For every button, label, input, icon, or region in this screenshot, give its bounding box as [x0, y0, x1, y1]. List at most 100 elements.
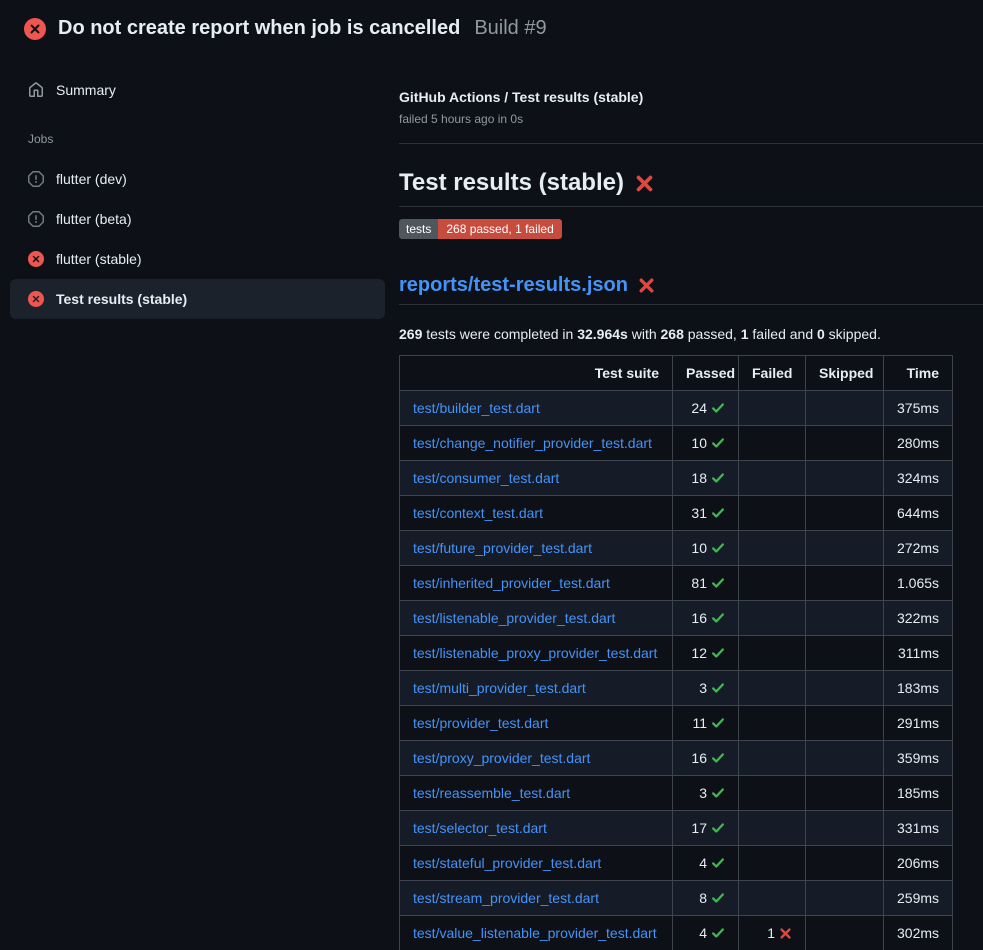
skipped-cell [806, 636, 884, 671]
test-suite-link[interactable]: test/value_listenable_provider_test.dart [413, 925, 657, 941]
check-status-meta: failed 5 hours ago in 0s [399, 112, 983, 126]
summary-segment: 32.964s [577, 326, 628, 342]
suite-cell: test/change_notifier_provider_test.dart [400, 426, 673, 461]
time-cell: 322ms [884, 601, 953, 636]
skipped-cell [806, 811, 884, 846]
time-cell: 359ms [884, 741, 953, 776]
check-icon [711, 646, 725, 660]
test-results-table: Test suitePassedFailedSkippedTime test/b… [399, 355, 953, 950]
jobs-list: flutter (dev) [0, 159, 399, 319]
test-suite-link[interactable]: test/listenable_provider_test.dart [413, 610, 615, 626]
summary-segment: 269 [399, 326, 422, 342]
time-cell: 644ms [884, 496, 953, 531]
test-suite-link[interactable]: test/future_provider_test.dart [413, 540, 592, 556]
sidebar-item-summary[interactable]: Summary [10, 70, 385, 110]
tests-badge-value: 268 passed, 1 failed [438, 219, 561, 239]
failed-cell [739, 846, 806, 881]
skipped-cell [806, 426, 884, 461]
sidebar: Summary Jobs [0, 54, 399, 319]
section-heading-text: Test results (stable) [399, 169, 624, 197]
suite-cell: test/multi_provider_test.dart [400, 671, 673, 706]
suite-cell: test/listenable_provider_test.dart [400, 601, 673, 636]
sidebar-job-label: Test results (stable) [56, 291, 187, 307]
sidebar-job-item[interactable]: flutter (dev) [10, 159, 385, 199]
test-suite-link[interactable]: test/stream_provider_test.dart [413, 890, 599, 906]
check-icon [711, 471, 725, 485]
run-title: Do not create report when job is cancell… [58, 17, 460, 40]
check-icon [711, 856, 725, 870]
failed-cell [739, 601, 806, 636]
test-suite-link[interactable]: test/stateful_provider_test.dart [413, 855, 601, 871]
x-circle-icon [24, 18, 46, 40]
cross-mark-icon [635, 174, 654, 193]
skipped-cell [806, 391, 884, 426]
test-suite-link[interactable]: test/builder_test.dart [413, 400, 540, 416]
suite-cell: test/stateful_provider_test.dart [400, 846, 673, 881]
report-heading: reports/test-results.json [399, 273, 983, 305]
suite-cell: test/inherited_provider_test.dart [400, 566, 673, 601]
test-suite-link[interactable]: test/inherited_provider_test.dart [413, 575, 610, 591]
suite-cell: test/consumer_test.dart [400, 461, 673, 496]
column-header: Skipped [806, 356, 884, 391]
passed-cell: 3 [673, 776, 739, 811]
passed-cell: 16 [673, 601, 739, 636]
test-suite-link[interactable]: test/multi_provider_test.dart [413, 680, 586, 696]
skipped-cell [806, 776, 884, 811]
summary-segment: 1 [741, 326, 749, 342]
report-file-link[interactable]: reports/test-results.json [399, 273, 628, 298]
check-icon [711, 576, 725, 590]
sidebar-job-label: flutter (beta) [56, 211, 131, 227]
time-cell: 331ms [884, 811, 953, 846]
failed-cell [739, 706, 806, 741]
passed-cell: 18 [673, 461, 739, 496]
check-icon [711, 611, 725, 625]
stop-icon [28, 211, 44, 227]
suite-cell: test/reassemble_test.dart [400, 776, 673, 811]
test-suite-link[interactable]: test/context_test.dart [413, 505, 543, 521]
run-header: Do not create report when job is cancell… [0, 0, 983, 54]
suite-cell: test/stream_provider_test.dart [400, 881, 673, 916]
failed-cell [739, 881, 806, 916]
table-row: test/proxy_provider_test.dart 16 359ms [400, 741, 953, 776]
skipped-cell [806, 601, 884, 636]
passed-cell: 4 [673, 916, 739, 950]
passed-cell: 24 [673, 391, 739, 426]
test-suite-link[interactable]: test/consumer_test.dart [413, 470, 559, 486]
test-suite-link[interactable]: test/proxy_provider_test.dart [413, 750, 590, 766]
failed-cell [739, 391, 806, 426]
sidebar-job-item[interactable]: Test results (stable) [10, 279, 385, 319]
failed-cell [739, 636, 806, 671]
check-run-page: Do not create report when job is cancell… [0, 0, 983, 950]
test-suite-link[interactable]: test/reassemble_test.dart [413, 785, 570, 801]
table-row: test/inherited_provider_test.dart 81 1.0… [400, 566, 953, 601]
sidebar-job-item[interactable]: flutter (beta) [10, 199, 385, 239]
suite-cell: test/proxy_provider_test.dart [400, 741, 673, 776]
table-row: test/stream_provider_test.dart 8 259ms [400, 881, 953, 916]
suite-cell: test/builder_test.dart [400, 391, 673, 426]
skipped-cell [806, 461, 884, 496]
check-icon [711, 401, 725, 415]
sidebar-job-label: flutter (stable) [56, 251, 142, 267]
test-suite-link[interactable]: test/change_notifier_provider_test.dart [413, 435, 652, 451]
check-icon [711, 681, 725, 695]
time-cell: 259ms [884, 881, 953, 916]
sidebar-summary-label: Summary [56, 82, 116, 98]
time-cell: 272ms [884, 531, 953, 566]
test-suite-link[interactable]: test/listenable_proxy_provider_test.dart [413, 645, 657, 661]
time-cell: 206ms [884, 846, 953, 881]
sidebar-job-item[interactable]: flutter (stable) [10, 239, 385, 279]
passed-cell: 17 [673, 811, 739, 846]
home-icon [28, 82, 44, 98]
time-cell: 291ms [884, 706, 953, 741]
passed-cell: 31 [673, 496, 739, 531]
table-row: test/selector_test.dart 17 331ms [400, 811, 953, 846]
check-icon [711, 891, 725, 905]
passed-cell: 10 [673, 426, 739, 461]
column-header: Time [884, 356, 953, 391]
test-suite-link[interactable]: test/provider_test.dart [413, 715, 548, 731]
test-suite-link[interactable]: test/selector_test.dart [413, 820, 547, 836]
skipped-cell [806, 706, 884, 741]
failed-cell [739, 811, 806, 846]
main-panel: GitHub Actions / Test results (stable) f… [399, 54, 983, 950]
time-cell: 324ms [884, 461, 953, 496]
